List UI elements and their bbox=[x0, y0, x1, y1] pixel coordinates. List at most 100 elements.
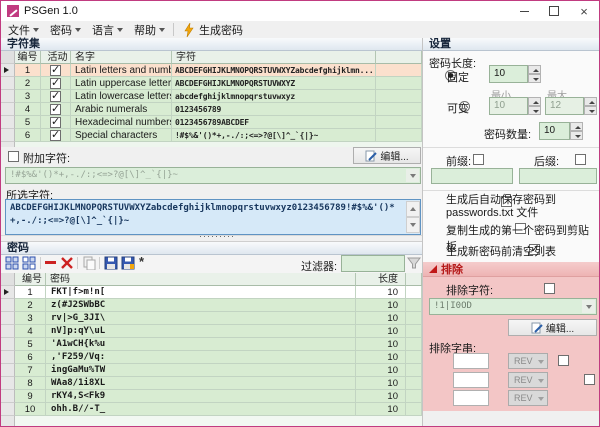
password-row[interactable]: 1 FKT|f>m!n[ 10 bbox=[1, 286, 422, 299]
exclude-section-header[interactable]: 排除 bbox=[423, 262, 599, 277]
generate-password-button[interactable]: 生成密码 bbox=[178, 22, 248, 38]
splitter-handle[interactable]: ········· bbox=[1, 235, 422, 242]
filter-label: 过滤器: bbox=[301, 258, 337, 274]
deselect-all-icon[interactable] bbox=[22, 256, 36, 270]
active-checkbox[interactable] bbox=[50, 91, 61, 102]
password-row[interactable]: 6 ,'F259/Vq: 10 bbox=[1, 351, 422, 364]
active-checkbox[interactable] bbox=[50, 104, 61, 115]
select-all-icon[interactable] bbox=[5, 256, 19, 270]
edit-additional-button[interactable]: 编辑... bbox=[353, 147, 421, 164]
active-checkbox[interactable] bbox=[50, 65, 61, 76]
scroll-up-button[interactable] bbox=[406, 201, 420, 217]
current-row-icon bbox=[4, 67, 9, 73]
scroll-down-button[interactable] bbox=[406, 217, 420, 233]
autosave-label: 生成后自动保存密码到 passwords.txt 文件 bbox=[446, 194, 596, 220]
charset-row[interactable]: 2 Latin uppercase letters ABCDEFGHIJKLMN… bbox=[1, 77, 422, 90]
col-header-num[interactable]: 编号 bbox=[15, 51, 41, 64]
prefix-input[interactable] bbox=[431, 168, 513, 184]
spin-up-icon[interactable] bbox=[584, 97, 597, 106]
password-count-spinner[interactable]: 10 bbox=[539, 122, 583, 140]
col-header-num[interactable]: 编号 bbox=[15, 273, 46, 286]
rev-combo[interactable]: REV bbox=[508, 372, 548, 388]
exclude-string-checkbox[interactable] bbox=[584, 374, 595, 385]
password-row[interactable]: 4 nV]p:qY\uL 10 bbox=[1, 325, 422, 338]
rev-combo[interactable]: REV bbox=[508, 390, 548, 406]
passwords-section-title: 密码 bbox=[7, 242, 29, 254]
charset-section-header: 字符集 bbox=[1, 38, 422, 51]
password-row[interactable]: 9 rKY4,S<Fk9 10 bbox=[1, 390, 422, 403]
exclude-chars-checkbox[interactable] bbox=[544, 283, 555, 294]
exclude-chars-label: 排除字符: bbox=[446, 282, 493, 298]
max-length-spinner[interactable]: 12 bbox=[545, 97, 597, 115]
title-bar: PSGen 1.0 × bbox=[1, 1, 599, 21]
mask-char-icon[interactable]: * bbox=[139, 254, 144, 269]
col-header-length[interactable]: 长度 bbox=[356, 273, 406, 286]
spin-down-icon[interactable] bbox=[528, 74, 541, 83]
menu-file[interactable]: 文件 bbox=[4, 22, 43, 38]
min-length-spinner[interactable]: 10 bbox=[489, 97, 541, 115]
password-row[interactable]: 7 ingGaMu%TW 10 bbox=[1, 364, 422, 377]
menu-language[interactable]: 语言 bbox=[88, 22, 127, 38]
col-header-password[interactable]: 密码 bbox=[46, 273, 356, 286]
additional-chars-input[interactable]: !#$%&'()*+,-./:;<=>?@[\]^_`{|}~ bbox=[5, 167, 421, 184]
collapse-triangle-icon bbox=[429, 265, 437, 273]
save-as-icon[interactable] bbox=[121, 256, 135, 270]
additional-chars-checkbox[interactable] bbox=[8, 151, 19, 162]
spin-down-icon[interactable] bbox=[570, 131, 583, 140]
delete-all-icon[interactable] bbox=[60, 256, 74, 270]
filter-input[interactable] bbox=[341, 255, 405, 272]
charset-row[interactable]: 5 Hexadecimal numbers 0123456789ABCDEF bbox=[1, 116, 422, 129]
edit-exclude-button[interactable]: 编辑... bbox=[508, 319, 597, 336]
maximize-button[interactable] bbox=[539, 1, 569, 21]
col-header-active[interactable]: 活动 bbox=[41, 51, 71, 64]
minimize-icon bbox=[520, 11, 529, 12]
active-checkbox[interactable] bbox=[50, 78, 61, 89]
suffix-checkbox[interactable] bbox=[575, 154, 586, 165]
charset-row[interactable]: 4 Arabic numerals 0123456789 bbox=[1, 103, 422, 116]
password-row[interactable]: 5 'A1wCH{k%u 10 bbox=[1, 338, 422, 351]
fixed-length-spinner[interactable]: 10 bbox=[489, 65, 541, 83]
prefix-checkbox[interactable] bbox=[473, 154, 484, 165]
password-row[interactable]: 10 ohh.B//-T_ 10 bbox=[1, 403, 422, 416]
suffix-input[interactable] bbox=[519, 168, 597, 184]
copy-icon[interactable] bbox=[82, 256, 96, 270]
exclude-string-input[interactable] bbox=[453, 353, 489, 369]
active-checkbox[interactable] bbox=[50, 117, 61, 128]
spin-down-icon[interactable] bbox=[584, 106, 597, 115]
remove-password-icon[interactable] bbox=[45, 261, 56, 264]
exclude-chars-combo[interactable]: !1|I0OD bbox=[429, 298, 597, 315]
password-row[interactable]: 3 rv|>G_3JI\ 10 bbox=[1, 312, 422, 325]
exclude-string-input[interactable] bbox=[453, 372, 489, 388]
chevron-down-icon[interactable] bbox=[406, 169, 419, 182]
spin-up-icon[interactable] bbox=[570, 122, 583, 131]
col-header-name[interactable]: 名字 bbox=[71, 51, 172, 64]
charset-row[interactable]: 6 Special characters !#$%&'()*+,-./:;<=>… bbox=[1, 129, 422, 142]
password-row[interactable]: 2 z(#J2SWbBC 10 bbox=[1, 299, 422, 312]
minimize-button[interactable] bbox=[509, 1, 539, 21]
exclude-string-checkbox[interactable] bbox=[558, 355, 569, 366]
chevron-down-icon bbox=[117, 28, 123, 32]
charset-row[interactable]: 1 Latin letters and numbers ABCDEFGHIJKL… bbox=[1, 64, 422, 77]
spin-down-icon[interactable] bbox=[528, 106, 541, 115]
chevron-down-icon bbox=[159, 28, 165, 32]
app-icon bbox=[7, 5, 19, 17]
clear-filter-icon[interactable] bbox=[407, 256, 421, 270]
settings-section-header: 设置 bbox=[423, 38, 599, 51]
charset-section-title: 字符集 bbox=[7, 38, 40, 50]
save-icon[interactable] bbox=[104, 256, 118, 270]
menu-password[interactable]: 密码 bbox=[46, 22, 85, 38]
col-header-chars[interactable]: 字符 bbox=[172, 51, 376, 64]
spin-up-icon[interactable] bbox=[528, 97, 541, 106]
menu-help[interactable]: 帮助 bbox=[130, 22, 169, 38]
rev-combo[interactable]: REV bbox=[508, 353, 548, 369]
chevron-down-icon[interactable] bbox=[582, 300, 595, 313]
charset-row[interactable]: 3 Latin lowercase letters abcdefghijklmn… bbox=[1, 90, 422, 103]
prefix-label: 前缀: bbox=[446, 153, 471, 169]
exclude-string-input[interactable] bbox=[453, 390, 489, 406]
spin-up-icon[interactable] bbox=[528, 65, 541, 74]
active-checkbox[interactable] bbox=[50, 130, 61, 141]
selected-chars-box[interactable]: ABCDEFGHIJKLMNOPQRSTUVWXYZabcdefghijklmn… bbox=[5, 199, 421, 235]
close-button[interactable]: × bbox=[569, 1, 599, 21]
password-row[interactable]: 8 WAa8/1i8XL 10 bbox=[1, 377, 422, 390]
splitter-grip-icon: ········· bbox=[199, 231, 235, 241]
